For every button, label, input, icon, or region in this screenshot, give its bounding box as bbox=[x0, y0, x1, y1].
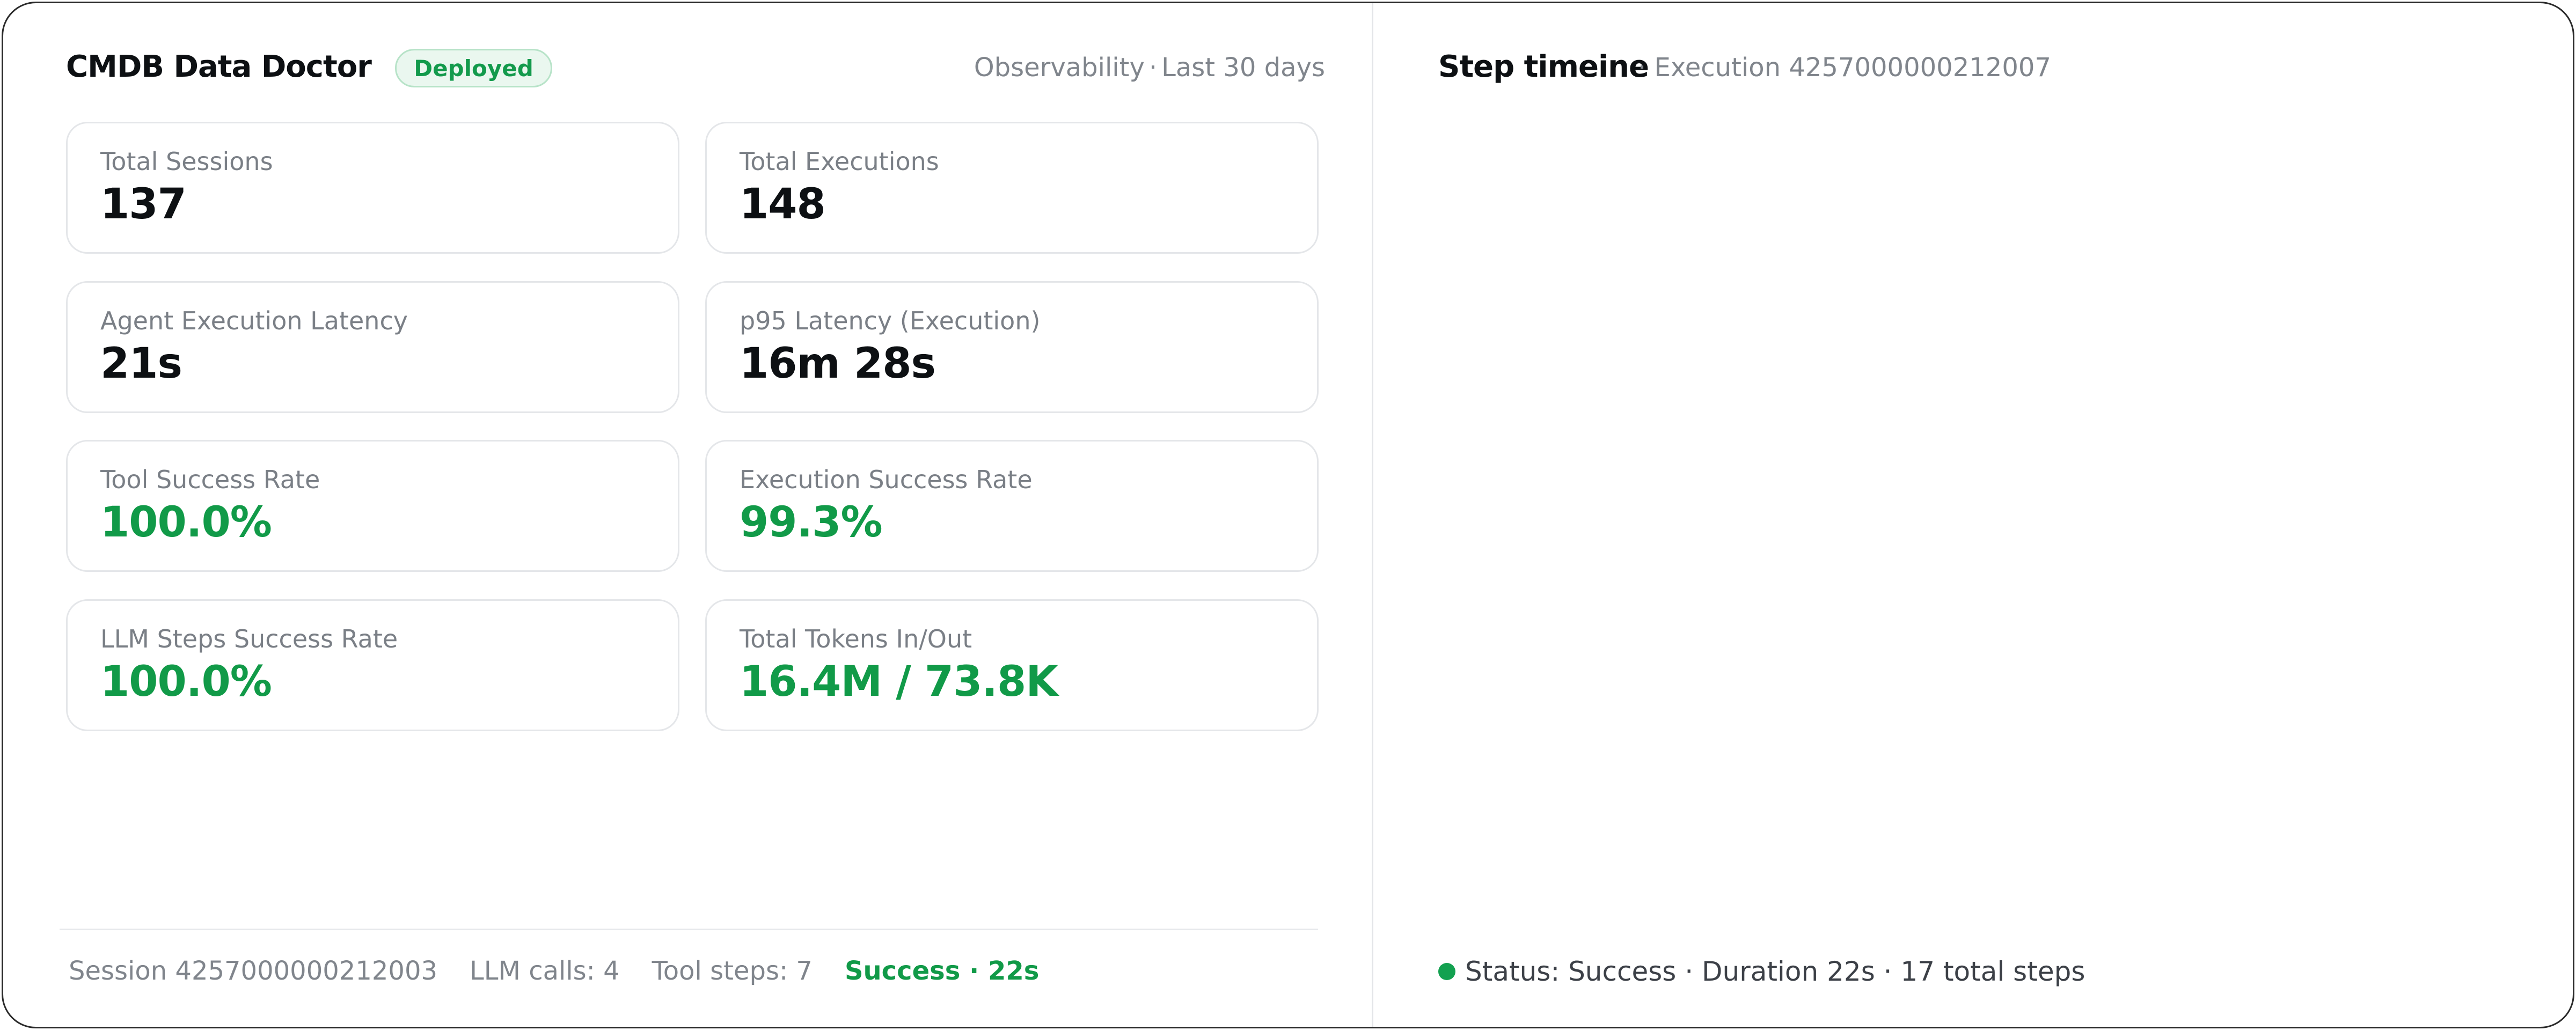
scope-range: Last 30 days bbox=[1161, 53, 1325, 83]
metric-label: Total Executions bbox=[740, 147, 939, 176]
llm-calls-count: LLM calls: 4 bbox=[470, 956, 620, 986]
tool-steps-count: Tool steps: 7 bbox=[652, 956, 813, 986]
metric-label: Tool Success Rate bbox=[100, 465, 320, 494]
metric-label: Agent Execution Latency bbox=[100, 306, 408, 335]
metric-label: p95 Latency (Execution) bbox=[740, 306, 1041, 335]
metric-card-total-tokens: Total Tokens In/Out 16.4M / 73.8K bbox=[705, 599, 1319, 731]
metric-label: Total Sessions bbox=[100, 147, 273, 176]
metric-value: 99.3% bbox=[740, 498, 883, 547]
session-result: Success · 22s bbox=[844, 956, 1040, 986]
scope-separator: · bbox=[1148, 53, 1158, 83]
metric-value: 148 bbox=[740, 180, 826, 229]
scope-section: Observability bbox=[974, 53, 1145, 83]
metric-card-total-executions: Total Executions 148 bbox=[705, 122, 1319, 254]
metric-card-total-sessions: Total Sessions 137 bbox=[66, 122, 679, 254]
metric-card-llm-steps-success: LLM Steps Success Rate 100.0% bbox=[66, 599, 679, 731]
metric-card-tool-success: Tool Success Rate 100.0% bbox=[66, 440, 679, 572]
execution-id: · Execution 4257000000212007 bbox=[1638, 53, 2051, 83]
step-timeline-title: Step timeine bbox=[1438, 49, 1649, 84]
agent-title: CMDB Data Doctor bbox=[66, 49, 372, 84]
metric-card-agent-latency: Agent Execution Latency 21s bbox=[66, 281, 679, 413]
metric-label: Execution Success Rate bbox=[740, 465, 1033, 494]
metric-value: 16m 28s bbox=[740, 340, 936, 388]
session-id[interactable]: Session 4257000000212003 bbox=[69, 956, 437, 986]
metric-value: 21s bbox=[100, 340, 182, 388]
success-dot-icon bbox=[1438, 963, 1455, 980]
metric-value: 16.4M / 73.8K bbox=[740, 658, 1058, 706]
metric-value: 100.0% bbox=[100, 498, 272, 547]
scope-label: Observability · Last 30 days bbox=[974, 53, 1325, 83]
footer-divider bbox=[60, 929, 1318, 930]
panel-divider bbox=[1372, 3, 1373, 1027]
observability-window: CMDB Data Doctor Deployed Observability ·… bbox=[2, 2, 2574, 1028]
metric-value: 100.0% bbox=[100, 658, 272, 706]
metric-label: LLM Steps Success Rate bbox=[100, 624, 398, 653]
execution-status-text: Status: Success · Duration 22s · 17 tota… bbox=[1465, 956, 2085, 987]
metric-value: 137 bbox=[100, 180, 187, 229]
metric-card-p95-latency: p95 Latency (Execution) 16m 28s bbox=[705, 281, 1319, 413]
status-badge: Deployed bbox=[395, 49, 552, 87]
metric-card-execution-success: Execution Success Rate 99.3% bbox=[705, 440, 1319, 572]
execution-status: Status: Success · Duration 22s · 17 tota… bbox=[1438, 956, 2085, 987]
session-footer: Session 4257000000212003 LLM calls: 4 To… bbox=[69, 956, 1039, 986]
metric-label: Total Tokens In/Out bbox=[740, 624, 972, 653]
